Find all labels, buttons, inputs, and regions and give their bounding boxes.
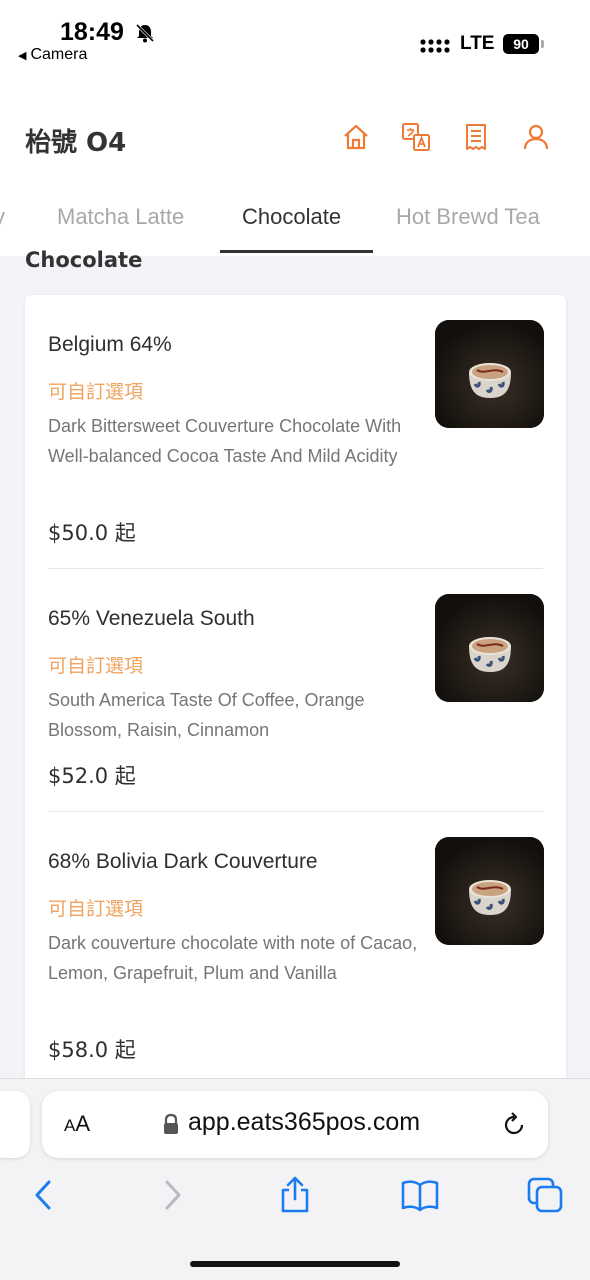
back-button[interactable] xyxy=(24,1175,64,1215)
text-size-button[interactable]: AA xyxy=(64,1111,90,1137)
item-price: $52.0 起 xyxy=(48,764,136,788)
previous-tab-peek[interactable] xyxy=(0,1091,30,1158)
item-price: $50.0 起 xyxy=(48,521,136,545)
item-description: Dark Bittersweet Couverture Chocolate Wi… xyxy=(48,416,402,466)
menu-list: Belgium 64% 可自訂選項 Dark Bittersweet Couve… xyxy=(25,295,566,1095)
battery-cap xyxy=(541,40,544,48)
item-description: South America Taste Of Coffee, Orange Bl… xyxy=(48,690,365,740)
home-indicator[interactable] xyxy=(190,1261,400,1267)
item-customizable-label: 可自訂選項 xyxy=(48,655,144,677)
item-photo[interactable] xyxy=(435,320,544,428)
receipt-icon[interactable] xyxy=(461,122,491,152)
active-tab-indicator xyxy=(220,250,373,253)
user-icon[interactable] xyxy=(521,122,551,152)
table-number-title: 枱號 O4 xyxy=(25,128,127,158)
battery-indicator: 90 xyxy=(503,34,539,54)
lock-icon xyxy=(164,1113,178,1134)
menu-item[interactable]: 68% Bolivia Dark Couverture 可自訂選項 Dark c… xyxy=(25,812,566,1095)
clock: 18:49 xyxy=(60,18,124,46)
app-header: 枱號 O4 xyxy=(0,92,590,182)
reload-icon[interactable] xyxy=(500,1111,528,1139)
bookmarks-button[interactable] xyxy=(400,1175,440,1215)
item-customizable-label: 可自訂選項 xyxy=(48,898,144,920)
section-title: Chocolate xyxy=(25,248,143,272)
item-price: $58.0 起 xyxy=(48,1038,136,1062)
menu-item[interactable]: 65% Venezuela South 可自訂選項 South America … xyxy=(25,569,566,812)
forward-button[interactable] xyxy=(152,1175,192,1215)
url-text[interactable]: app.eats365pos.com xyxy=(188,1108,420,1137)
address-bar[interactable]: AA app.eats365pos.com xyxy=(42,1091,548,1158)
item-description: Dark couverture chocolate with note of C… xyxy=(48,933,418,983)
item-name: 68% Bolivia Dark Couverture xyxy=(48,850,318,873)
share-icon xyxy=(281,1176,309,1213)
cellular-signal-icon xyxy=(420,39,450,53)
back-to-app-link[interactable]: ◀ Camera xyxy=(18,46,87,64)
tab-chocolate[interactable]: Chocolate xyxy=(242,204,341,230)
item-name: Belgium 64% xyxy=(48,333,172,356)
tabs-button[interactable] xyxy=(525,1175,565,1215)
home-icon[interactable] xyxy=(341,122,371,152)
item-customizable-label: 可自訂選項 xyxy=(48,381,144,403)
item-photo[interactable] xyxy=(435,837,544,945)
translate-icon[interactable] xyxy=(401,122,431,152)
tab-matcha-latte[interactable]: Matcha Latte xyxy=(57,204,184,230)
menu-item[interactable]: Belgium 64% 可自訂選項 Dark Bittersweet Couve… xyxy=(25,295,566,569)
bell-muted-icon xyxy=(135,23,155,43)
chevron-left-icon xyxy=(35,1180,51,1210)
tab-previous-category[interactable]: y xyxy=(0,204,5,230)
status-bar: 18:49 ◀ Camera LTE 90 xyxy=(0,0,590,92)
network-type: LTE xyxy=(460,33,495,54)
chevron-right-icon xyxy=(165,1180,181,1210)
item-photo[interactable] xyxy=(435,594,544,702)
back-app-label: Camera xyxy=(30,46,88,63)
tabs-icon xyxy=(527,1177,563,1213)
browser-toolbar: AA app.eats365pos.com xyxy=(0,1078,590,1280)
back-triangle-icon: ◀ xyxy=(18,50,27,62)
item-name: 65% Venezuela South xyxy=(48,607,255,630)
book-icon xyxy=(401,1180,439,1212)
category-tabs: y Matcha Latte Chocolate Hot Brewd Tea xyxy=(0,182,590,256)
tab-hot-brewd-tea[interactable]: Hot Brewd Tea xyxy=(396,204,540,230)
share-button[interactable] xyxy=(275,1175,315,1215)
